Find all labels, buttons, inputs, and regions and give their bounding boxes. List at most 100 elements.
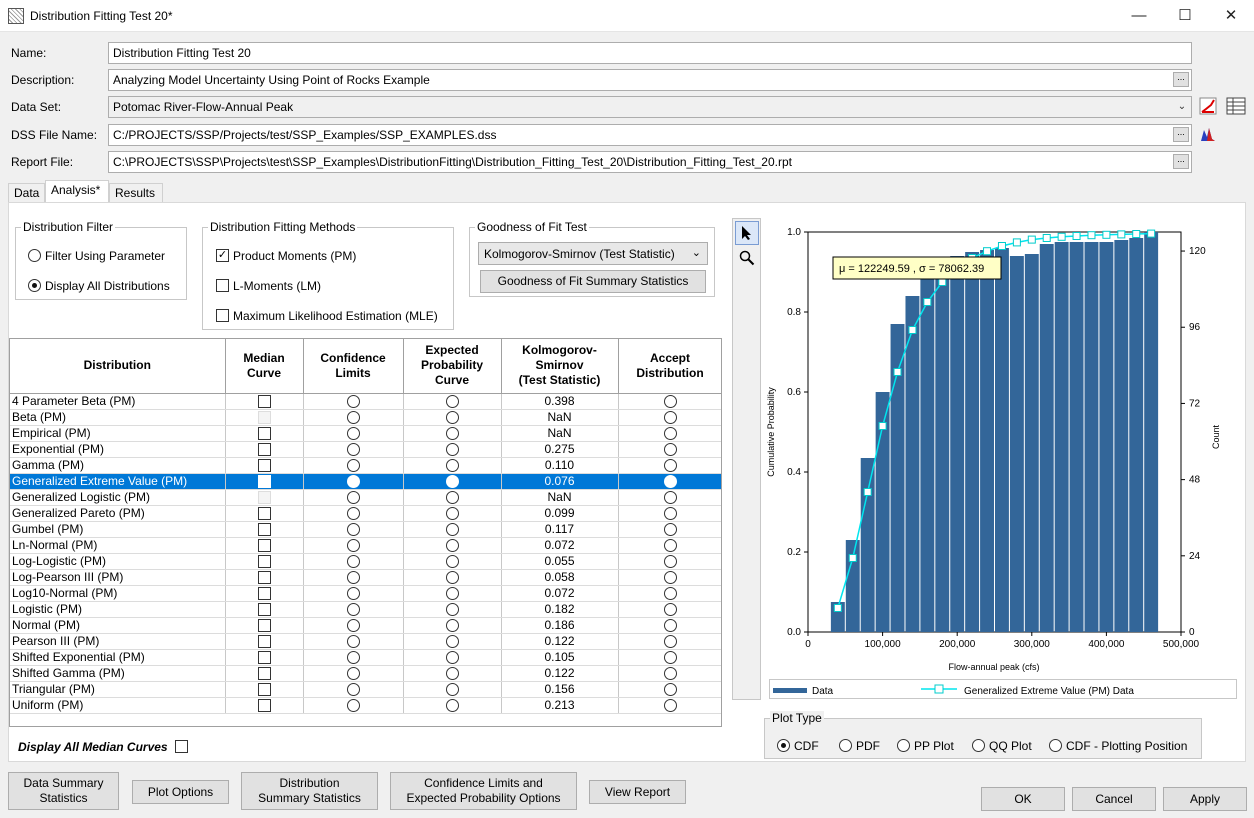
confidence-radio-icon[interactable] [346, 667, 360, 680]
expected-probability-cell[interactable] [403, 457, 502, 474]
product-moments-checkbox[interactable]: ✓ Product Moments (PM) [216, 248, 356, 263]
accept-radio-icon[interactable] [663, 443, 677, 456]
confidence-radio-icon[interactable] [346, 651, 360, 664]
cancel-button[interactable]: Cancel [1072, 787, 1156, 811]
confidence-limits-cell[interactable] [303, 489, 404, 506]
confidence-radio-icon[interactable] [346, 571, 360, 584]
checkbox-icon[interactable] [257, 699, 271, 712]
distribution-name-cell[interactable]: Normal (PM) [10, 617, 226, 634]
accept-distribution-cell[interactable] [618, 601, 721, 618]
checkbox-icon[interactable] [257, 683, 271, 696]
confidence-radio-icon[interactable] [346, 555, 360, 568]
expected-probability-cell[interactable] [403, 441, 502, 458]
distribution-name-cell[interactable]: Generalized Logistic (PM) [10, 489, 226, 506]
radio-selected-icon[interactable] [777, 739, 790, 753]
checkbox-icon[interactable] [257, 443, 271, 456]
expected-radio-icon[interactable] [445, 443, 459, 456]
table-row[interactable]: Beta (PM) NaN [10, 409, 721, 426]
distribution-name-cell[interactable]: Gamma (PM) [10, 457, 226, 474]
dss-viewer-icon[interactable] [1199, 125, 1217, 143]
accept-distribution-cell[interactable] [618, 393, 721, 410]
confidence-radio-icon[interactable] [346, 699, 360, 712]
confidence-limits-cell[interactable] [303, 569, 404, 586]
expected-probability-cell[interactable] [403, 665, 502, 682]
table-row[interactable]: Pearson III (PM) 0.122 [10, 633, 721, 650]
confidence-limits-cell[interactable] [303, 681, 404, 698]
distribution-name-cell[interactable]: Log-Logistic (PM) [10, 553, 226, 570]
dss-file-input[interactable]: C:/PROJECTS/SSP/Projects/test/SSP_Exampl… [108, 124, 1192, 146]
expected-probability-cell[interactable] [403, 633, 502, 650]
expected-radio-icon[interactable] [445, 555, 459, 568]
accept-radio-icon[interactable] [663, 651, 677, 664]
distribution-name-cell[interactable]: Ln-Normal (PM) [10, 537, 226, 554]
accept-distribution-cell[interactable] [618, 585, 721, 602]
dataset-chevron-down-icon[interactable]: ⌄ [1175, 100, 1189, 114]
confidence-radio-icon[interactable] [346, 603, 360, 616]
median-curve-cell[interactable] [225, 569, 304, 586]
checkbox-icon[interactable] [257, 619, 271, 632]
apply-button[interactable]: Apply [1163, 787, 1247, 811]
expected-radio-icon[interactable] [445, 459, 459, 472]
description-input[interactable]: Analyzing Model Uncertainty Using Point … [108, 69, 1192, 91]
distribution-name-cell[interactable]: Pearson III (PM) [10, 633, 226, 650]
zoom-magnifier-icon[interactable] [735, 247, 759, 271]
accept-radio-icon[interactable] [663, 411, 677, 424]
confidence-radio-icon[interactable] [346, 539, 360, 552]
confidence-radio-icon[interactable] [346, 443, 360, 456]
accept-radio-icon[interactable] [663, 635, 677, 648]
median-curve-cell[interactable] [225, 457, 304, 474]
checkbox-icon[interactable] [257, 459, 271, 472]
confidence-limits-cell[interactable] [303, 585, 404, 602]
distribution-name-cell[interactable]: Beta (PM) [10, 409, 226, 426]
expected-probability-cell[interactable] [403, 489, 502, 506]
confidence-limits-cell[interactable] [303, 457, 404, 474]
accept-distribution-cell[interactable] [618, 521, 721, 538]
table-row[interactable]: Uniform (PM) 0.213 [10, 697, 721, 714]
confidence-radio-icon[interactable] [346, 587, 360, 600]
table-row[interactable]: Generalized Logistic (PM) NaN [10, 489, 721, 506]
confidence-limits-cell[interactable] [303, 505, 404, 522]
accept-radio-icon[interactable] [663, 475, 677, 488]
confidence-limits-cell[interactable] [303, 601, 404, 618]
confidence-radio-icon[interactable] [346, 427, 360, 440]
median-curve-cell[interactable] [225, 505, 304, 522]
accept-distribution-cell[interactable] [618, 633, 721, 650]
accept-distribution-cell[interactable] [618, 505, 721, 522]
accept-distribution-cell[interactable] [618, 697, 721, 714]
minimize-button[interactable]: — [1116, 0, 1162, 32]
expected-probability-cell[interactable] [403, 697, 502, 714]
expected-probability-cell[interactable] [403, 553, 502, 570]
distribution-name-cell[interactable]: Gumbel (PM) [10, 521, 226, 538]
radio-icon[interactable] [972, 739, 985, 753]
confidence-radio-icon[interactable] [346, 619, 360, 632]
checkbox-icon[interactable] [257, 555, 271, 568]
plot-type-cdf[interactable]: CDF [777, 738, 819, 753]
accept-radio-icon[interactable] [663, 603, 677, 616]
median-curve-cell[interactable] [225, 697, 304, 714]
median-curve-cell[interactable] [225, 521, 304, 538]
distribution-name-cell[interactable]: Shifted Gamma (PM) [10, 665, 226, 682]
distribution-name-cell[interactable]: Log-Pearson III (PM) [10, 569, 226, 586]
expected-radio-icon[interactable] [445, 587, 459, 600]
confidence-radio-icon[interactable] [346, 395, 360, 408]
confidence-limits-cell[interactable] [303, 521, 404, 538]
table-row[interactable]: Generalized Extreme Value (PM) ✓ 0.076 [10, 473, 721, 490]
accept-distribution-cell[interactable] [618, 537, 721, 554]
table-row[interactable]: Shifted Exponential (PM) 0.105 [10, 649, 721, 666]
accept-distribution-cell[interactable] [618, 681, 721, 698]
table-row[interactable]: Logistic (PM) 0.182 [10, 601, 721, 618]
maximize-button[interactable]: ☐ [1162, 0, 1208, 32]
expected-probability-cell[interactable] [403, 409, 502, 426]
expected-probability-cell[interactable] [403, 569, 502, 586]
table-row[interactable]: Empirical (PM) NaN [10, 425, 721, 442]
distribution-name-cell[interactable]: Log10-Normal (PM) [10, 585, 226, 602]
header-accept-distribution[interactable]: Accept Distribution [618, 339, 721, 394]
data-summary-statistics-button[interactable]: Data Summary Statistics [8, 772, 119, 810]
distribution-name-cell[interactable]: Exponential (PM) [10, 441, 226, 458]
expected-radio-icon[interactable] [445, 395, 459, 408]
checkmark-icon[interactable]: ✓ [257, 475, 271, 488]
checkbox-icon[interactable] [257, 539, 271, 552]
confidence-limits-cell[interactable] [303, 425, 404, 442]
report-file-ellipsis-button[interactable]: ... [1173, 154, 1189, 169]
table-row[interactable]: Gamma (PM) 0.110 [10, 457, 721, 474]
